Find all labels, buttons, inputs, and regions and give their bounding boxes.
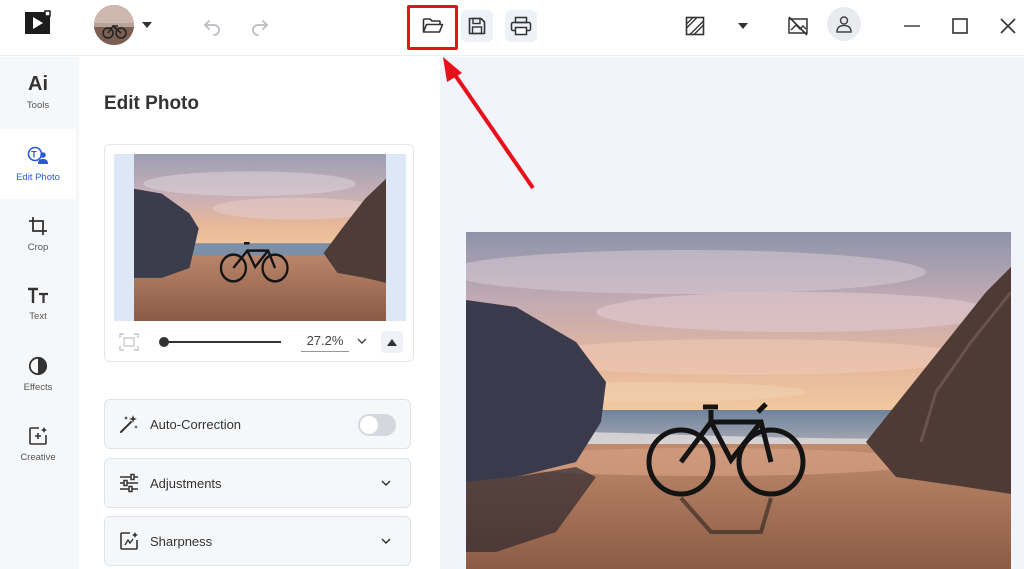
minimize-icon <box>904 25 920 27</box>
close-icon <box>1000 18 1016 34</box>
edit-photo-icon: T <box>27 146 48 164</box>
sidebar-item-edit-photo[interactable]: T Edit Photo <box>0 129 76 199</box>
top-toolbar <box>0 0 1024 56</box>
sharpness-icon <box>120 532 138 550</box>
ai-icon: Ai <box>28 72 48 95</box>
edit-photo-panel: Edit Photo 27.2% Auto-Correction Adjustm… <box>80 57 440 569</box>
adjustments-section[interactable]: Adjustments <box>104 458 411 508</box>
sidebar-item-effects[interactable]: Effects <box>0 339 76 409</box>
svg-text:T: T <box>31 149 37 159</box>
close-button[interactable] <box>992 10 1024 42</box>
toggle-knob <box>360 416 378 434</box>
zoom-slider-track[interactable] <box>161 341 281 343</box>
sidebar-item-crop[interactable]: Crop <box>0 199 76 269</box>
maximize-icon <box>952 18 968 34</box>
collapse-preview-button[interactable] <box>381 331 403 353</box>
sidebar-item-label: Crop <box>27 241 49 253</box>
left-sidebar: Ai Tools T Edit Photo Crop Text Effects <box>0 57 79 569</box>
photo-canvas <box>440 57 1024 569</box>
effects-icon <box>28 356 48 375</box>
chevron-down-icon <box>381 480 391 487</box>
print-button[interactable] <box>505 10 537 42</box>
maximize-button[interactable] <box>944 10 976 42</box>
account-button[interactable] <box>827 7 861 41</box>
undo-button[interactable] <box>196 10 228 42</box>
creative-icon <box>29 426 47 445</box>
redo-button[interactable] <box>244 10 276 42</box>
chevron-down-icon[interactable] <box>738 23 748 29</box>
preview-navigator: 27.2% <box>104 144 414 362</box>
undo-icon <box>204 20 220 36</box>
chevron-down-icon <box>381 538 391 545</box>
compare-icon <box>685 16 705 36</box>
zoom-slider-handle[interactable] <box>159 337 169 347</box>
preview-image[interactable] <box>134 154 386 321</box>
redo-icon <box>252 20 268 36</box>
save-button[interactable] <box>461 10 493 42</box>
chevron-down-icon <box>142 22 152 28</box>
auto-correction-label: Auto-Correction <box>150 416 242 432</box>
user-icon <box>836 16 852 33</box>
sidebar-item-creative[interactable]: Creative <box>0 409 76 479</box>
sidebar-item-tools[interactable]: Ai Tools <box>0 57 76 127</box>
image-off-icon <box>788 16 808 36</box>
preview-stage <box>114 154 406 321</box>
adjustments-label: Adjustments <box>150 475 222 491</box>
sidebar-item-label: Edit Photo <box>16 171 60 183</box>
play-logo-icon <box>24 10 52 36</box>
sidebar-item-label: Tools <box>26 99 50 111</box>
fit-screen-icon[interactable] <box>119 333 139 351</box>
compare-button[interactable] <box>679 10 711 42</box>
print-icon <box>510 16 532 36</box>
zoom-level-value[interactable]: 27.2% <box>301 333 349 352</box>
avatar-dropdown[interactable] <box>94 5 152 45</box>
chevron-down-icon[interactable] <box>357 337 367 345</box>
sidebar-item-text[interactable]: Text <box>0 269 76 339</box>
avatar <box>94 5 134 45</box>
text-icon <box>28 287 48 303</box>
open-button-highlight <box>407 5 458 50</box>
auto-correction-section[interactable]: Auto-Correction <box>104 399 411 449</box>
minimize-button[interactable] <box>896 10 928 42</box>
auto-correction-toggle[interactable] <box>358 414 396 436</box>
sharpness-section[interactable]: Sharpness <box>104 516 411 566</box>
magic-wand-icon <box>120 415 138 433</box>
sliders-icon <box>120 473 138 493</box>
save-icon <box>468 17 486 35</box>
triangle-up-icon <box>387 338 397 346</box>
zoom-controls: 27.2% <box>105 327 415 357</box>
sidebar-item-label: Effects <box>23 381 53 393</box>
sidebar-item-label: Creative <box>20 451 56 463</box>
main-photo[interactable] <box>466 232 1011 569</box>
page-title: Edit Photo <box>104 93 199 114</box>
sharpness-label: Sharpness <box>150 533 213 549</box>
sidebar-item-label: Text <box>29 310 47 322</box>
hide-image-button[interactable] <box>782 10 814 42</box>
crop-icon <box>29 216 47 235</box>
